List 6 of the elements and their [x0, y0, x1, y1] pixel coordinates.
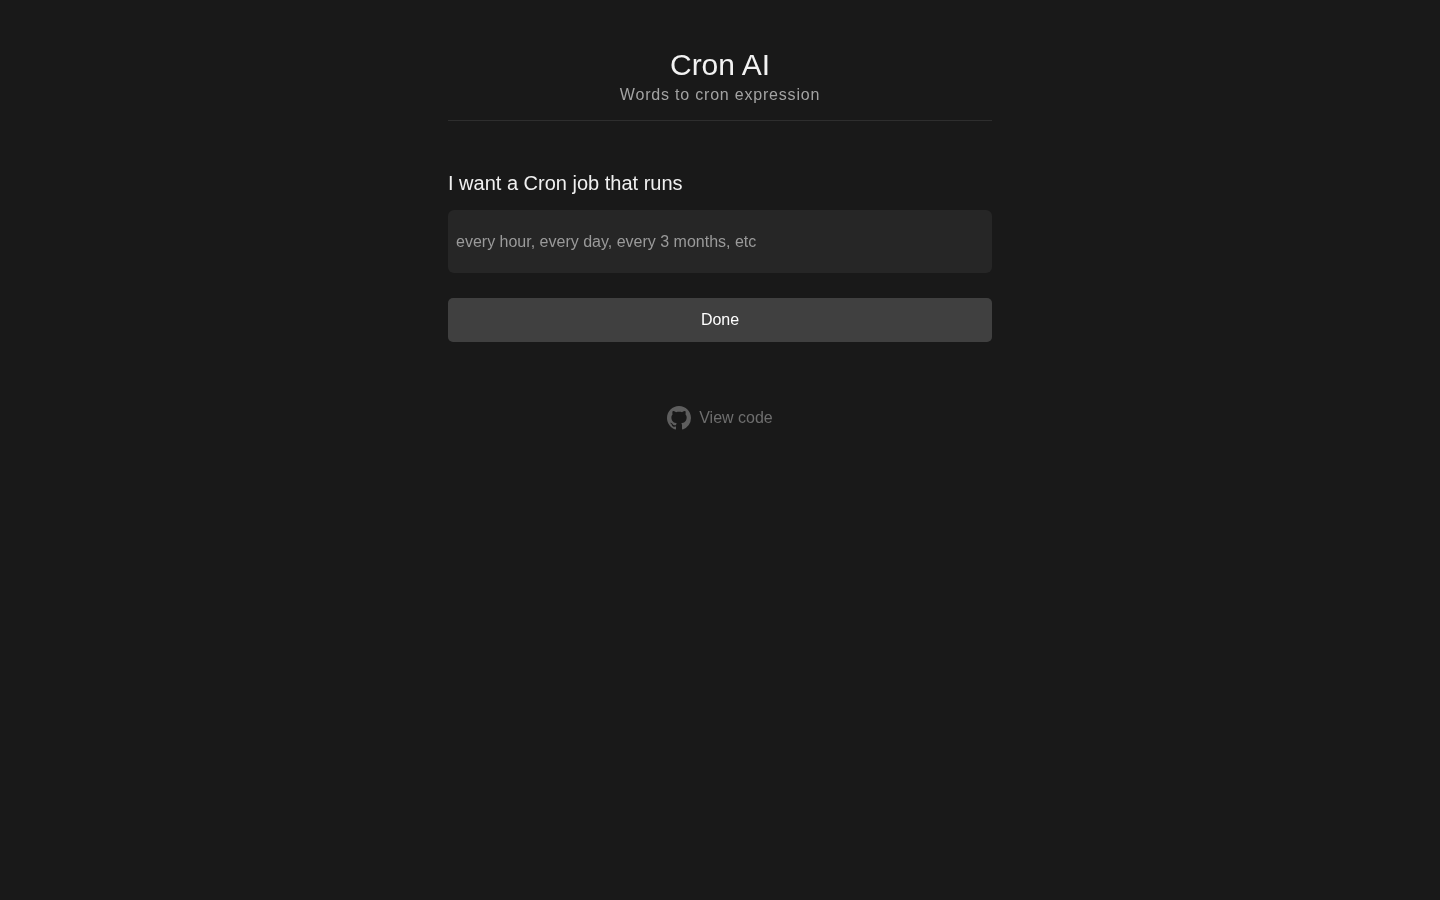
done-button[interactable]: Done [448, 298, 992, 342]
prompt-label: I want a Cron job that runs [448, 171, 684, 195]
github-icon [667, 406, 692, 430]
app-title: Cron AI [669, 47, 771, 83]
input-field[interactable]: every hour, every day, every 3 months, etc [448, 210, 992, 273]
app-subtitle: Words to cron expression [619, 85, 821, 105]
